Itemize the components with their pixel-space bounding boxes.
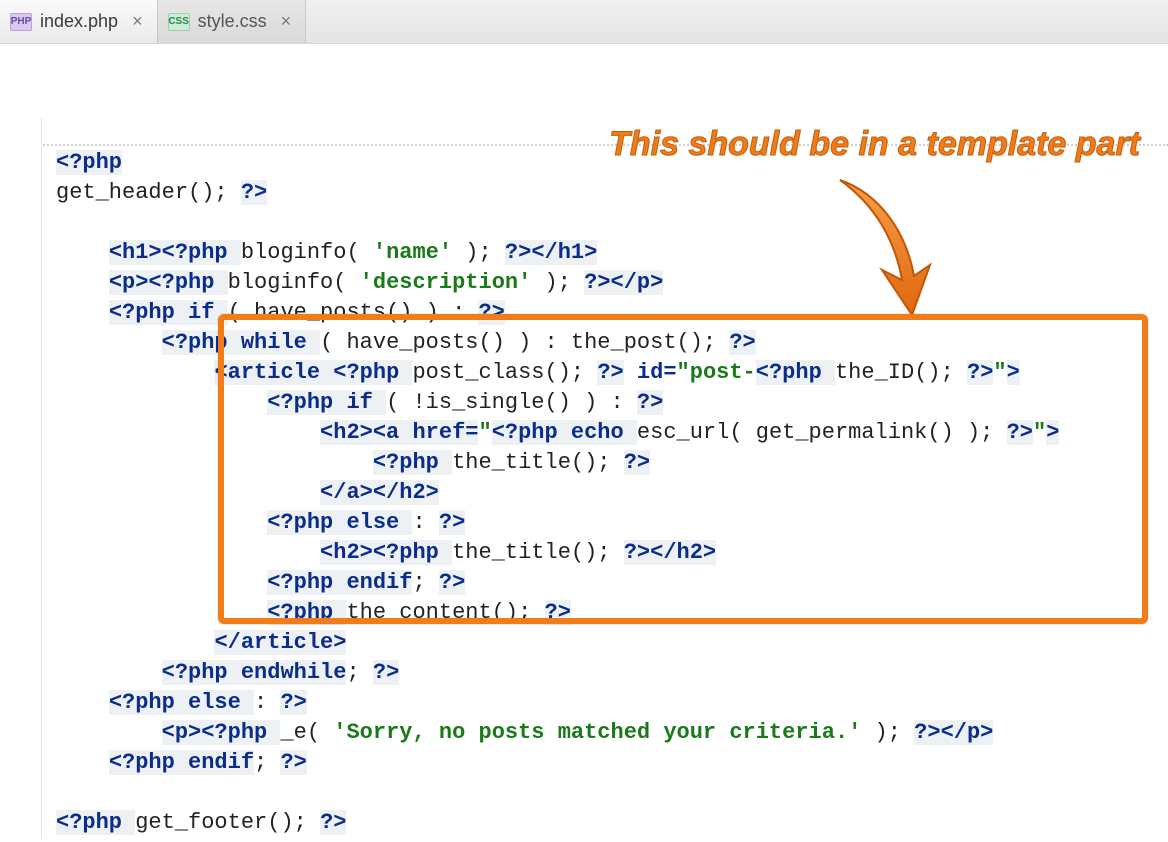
tab-label: index.php	[40, 11, 118, 32]
code-content: <?php get_header(); ?> <h1><?php bloginf…	[56, 118, 1148, 838]
gutter	[0, 118, 42, 838]
php-file-icon: PHP	[10, 13, 32, 31]
tab-style-css[interactable]: CSS style.css ×	[158, 0, 307, 43]
css-file-icon: CSS	[168, 13, 190, 31]
close-icon[interactable]: ×	[132, 11, 143, 32]
close-icon[interactable]: ×	[281, 11, 292, 32]
callout-text: This should be in a template part	[609, 125, 1140, 164]
tab-bar: PHP index.php × CSS style.css ×	[0, 0, 1168, 44]
tab-index-php[interactable]: PHP index.php ×	[0, 0, 158, 43]
tab-label: style.css	[198, 11, 267, 32]
arrow-icon	[820, 170, 940, 320]
code-editor[interactable]: <?php get_header(); ?> <h1><?php bloginf…	[0, 118, 1168, 838]
